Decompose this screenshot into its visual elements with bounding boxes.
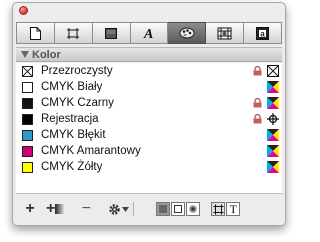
color-row[interactable]: Rejestracja <box>16 111 282 127</box>
tab-picture[interactable] <box>206 22 245 44</box>
color-name: CMYK Czarny <box>41 97 114 109</box>
solid-fill-icon <box>159 205 168 213</box>
svg-text:A: A <box>143 27 153 40</box>
tab-page[interactable] <box>16 22 55 44</box>
svg-text:a: a <box>260 29 265 38</box>
color-name: Przezroczysty <box>41 65 113 77</box>
frame-color-button[interactable] <box>211 202 226 216</box>
color-row[interactable]: CMYK Biały <box>16 79 282 95</box>
box-icon <box>105 27 118 39</box>
color-swatch <box>22 97 33 109</box>
color-row[interactable]: Przezroczysty <box>16 63 282 79</box>
color-swatch <box>22 81 33 93</box>
toolbar-divider <box>133 202 135 216</box>
color-section-header[interactable]: Kolor <box>16 47 282 62</box>
frame-icon <box>213 204 224 214</box>
tab-text[interactable]: a <box>244 22 283 44</box>
text-icon: a <box>256 26 270 40</box>
cmyk-type-icon <box>267 81 279 93</box>
text-color-button[interactable]: T <box>226 202 241 216</box>
color-row[interactable]: CMYK Żółty <box>16 159 282 175</box>
cmyk-type-icon <box>267 161 279 173</box>
section-title: Kolor <box>32 48 61 61</box>
panel-tab-bar: A a <box>16 21 283 45</box>
color-row[interactable]: CMYK Błękit <box>16 127 282 143</box>
gear-icon <box>109 203 121 215</box>
lock-icon <box>253 98 262 108</box>
no-color-type-icon <box>267 65 279 77</box>
add-gradient-button[interactable]: + <box>46 200 65 218</box>
close-button[interactable] <box>19 6 28 15</box>
empty-square-icon <box>174 205 183 213</box>
color-name: CMYK Żółty <box>41 161 103 173</box>
chevron-down-icon <box>122 206 130 212</box>
color-swatch <box>22 129 33 141</box>
cmyk-type-icon <box>267 145 279 157</box>
color-row[interactable]: CMYK Czarny <box>16 95 282 111</box>
add-color-button[interactable]: + <box>22 200 38 218</box>
color-swatch <box>22 113 33 125</box>
radial-gradient-icon <box>189 205 198 213</box>
gear-menu-button[interactable] <box>108 203 130 216</box>
tab-character[interactable]: A <box>130 22 169 44</box>
color-name: Rejestracja <box>41 113 99 125</box>
color-swatch <box>22 145 33 157</box>
transparent-swatch-icon <box>22 65 33 77</box>
lock-icon <box>253 114 262 124</box>
remove-color-button[interactable]: − <box>78 200 94 218</box>
fill-style-radial-button[interactable] <box>186 202 201 216</box>
color-list: Przezroczysty CMYK Biały CMYK Czarny Rej… <box>16 63 282 194</box>
gradient-swatch-icon <box>55 204 65 214</box>
color-name: CMYK Błękit <box>41 129 106 141</box>
color-name: CMYK Amarantowy <box>41 145 141 157</box>
panel-bottom-toolbar: + + − T <box>16 196 282 222</box>
fill-style-solid-button[interactable] <box>156 202 171 216</box>
colors-panel-window: A a Kolor Przezroczysty CMYK Biały CMYK … <box>12 2 286 226</box>
color-swatch <box>22 161 33 173</box>
cmyk-type-icon <box>267 97 279 109</box>
picture-icon <box>217 27 232 39</box>
registration-mark-icon <box>267 113 279 125</box>
cmyk-type-icon <box>267 129 279 141</box>
tab-colors[interactable] <box>168 22 207 44</box>
disclosure-triangle-icon <box>21 51 29 58</box>
palette-icon <box>179 27 195 39</box>
color-name: CMYK Biały <box>41 81 103 93</box>
color-row[interactable]: CMYK Amarantowy <box>16 143 282 159</box>
frame-icon <box>67 27 80 39</box>
lock-icon <box>253 66 262 76</box>
add-gradient-label: + <box>46 200 56 217</box>
tab-box[interactable] <box>92 22 131 44</box>
page-icon <box>29 26 41 40</box>
fill-style-none-button[interactable] <box>171 202 186 216</box>
character-icon: A <box>143 27 153 40</box>
tab-frame[interactable] <box>54 22 93 44</box>
